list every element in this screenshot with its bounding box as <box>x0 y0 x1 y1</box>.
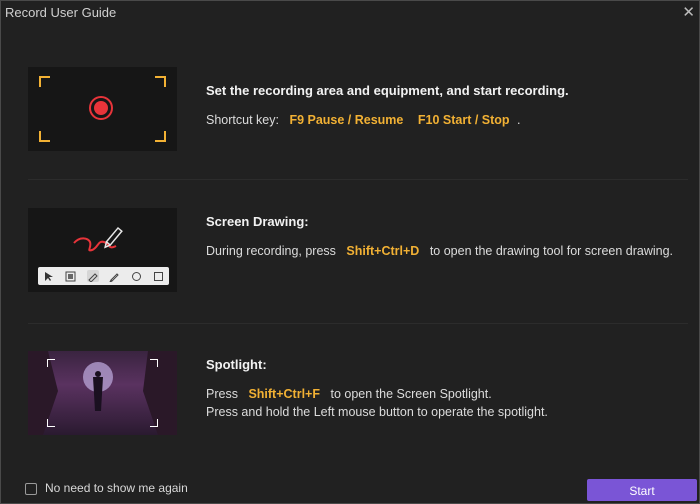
shortcut-label: Shortcut key: <box>206 113 279 127</box>
section-shortcut-line: Shortcut key: F9 Pause / Resume F10 Star… <box>206 111 696 129</box>
pencil-icon <box>108 270 120 282</box>
section-heading: Screen Drawing: <box>206 214 309 229</box>
record-thumbnail <box>28 67 177 151</box>
section-drawing: Screen Drawing: During recording, press … <box>28 208 688 298</box>
section-shortcut-line: During recording, press Shift+Ctrl+D to … <box>206 242 696 260</box>
no-show-again-checkbox[interactable] <box>25 483 37 495</box>
cursor-icon <box>43 270 55 282</box>
shortcut-start-stop: F10 Start / Stop <box>417 113 510 127</box>
shortcut-prefix: During recording, press <box>206 244 336 258</box>
rectangle-select-icon <box>65 270 77 282</box>
start-button[interactable]: Start <box>587 479 697 501</box>
highlighter-icon <box>86 270 99 282</box>
drawing-thumbnail <box>28 208 177 292</box>
shortcut-suffix: to open the Screen Spotlight. <box>330 387 492 401</box>
record-guide-window: Record User Guide ✕ Set the recording ar… <box>0 0 700 504</box>
section-record: Set the recording area and equipment, an… <box>28 67 688 157</box>
section-heading: Set the recording area and equipment, an… <box>206 83 569 98</box>
shortcut-prefix: Press <box>206 387 238 401</box>
spotlight-thumbnail <box>28 351 177 435</box>
no-show-again-label[interactable]: No need to show me again <box>45 481 188 495</box>
scribble-icon <box>73 226 123 252</box>
divider <box>28 323 688 324</box>
section-shortcut-line: Press Shift+Ctrl+F to open the Screen Sp… <box>206 385 696 403</box>
shortcut-suffix: to open the drawing tool for screen draw… <box>429 244 674 258</box>
close-icon[interactable]: ✕ <box>682 3 695 21</box>
shortcut-pause-resume: F9 Pause / Resume <box>289 113 404 127</box>
pen-icon <box>104 226 123 249</box>
circle-icon <box>130 270 142 282</box>
section-heading: Spotlight: <box>206 357 267 372</box>
shortcut-drawing: Shift+Ctrl+D <box>346 244 420 258</box>
window-title: Record User Guide <box>5 5 117 20</box>
drawing-toolbar <box>38 267 169 285</box>
square-icon <box>152 270 164 282</box>
divider <box>28 179 688 180</box>
section-instruction: Press and hold the Left mouse button to … <box>206 405 548 419</box>
section-spotlight: Spotlight: Press Shift+Ctrl+F to open th… <box>28 351 688 441</box>
record-icon <box>89 96 113 120</box>
shortcut-suffix: . <box>517 113 521 127</box>
shortcut-spotlight: Shift+Ctrl+F <box>248 387 320 401</box>
